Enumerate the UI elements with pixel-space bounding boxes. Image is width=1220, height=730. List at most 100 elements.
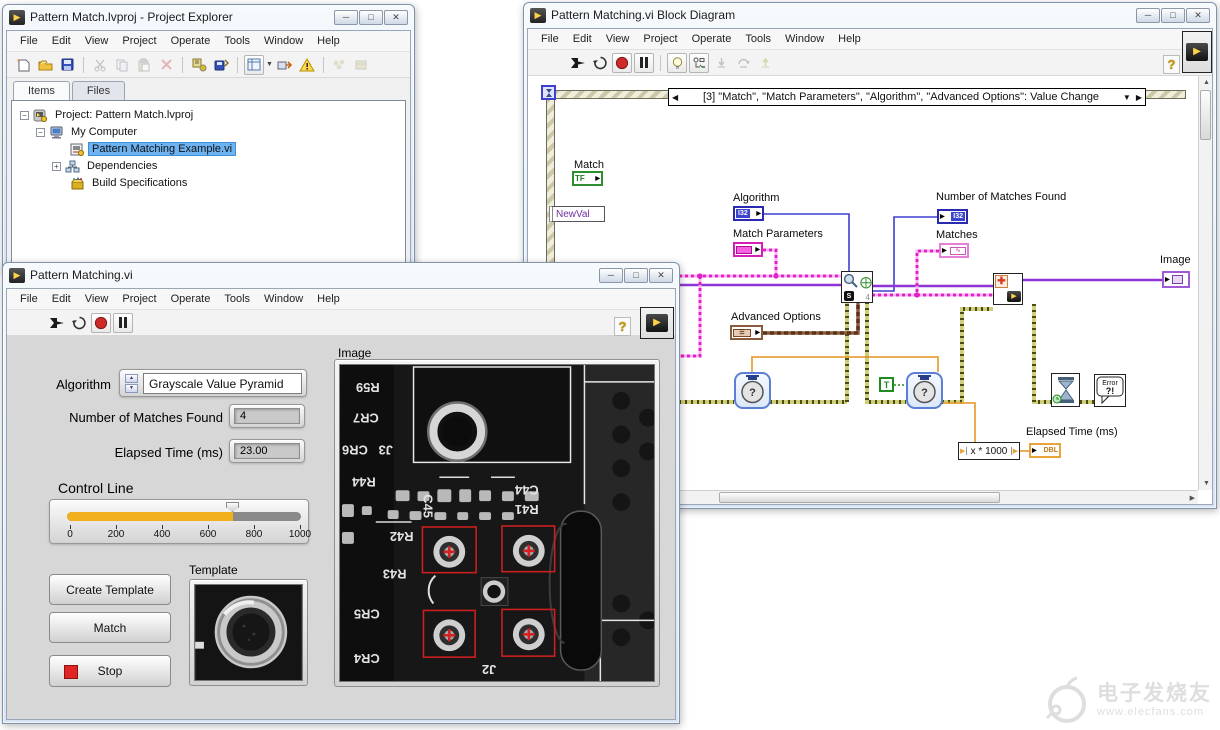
menu-project[interactable]: Project: [115, 290, 163, 308]
template-display[interactable]: [189, 579, 308, 686]
tick-count-node-1[interactable]: ?: [734, 372, 771, 409]
delete-icon[interactable]: [156, 55, 176, 75]
menu-operate[interactable]: Operate: [164, 290, 218, 308]
menu-view[interactable]: View: [78, 32, 116, 50]
maximize-button[interactable]: □: [1161, 8, 1185, 23]
expand-toggle[interactable]: +: [52, 162, 61, 171]
menu-project[interactable]: Project: [115, 32, 163, 50]
slider-track[interactable]: [67, 512, 301, 521]
event-timeout-terminal[interactable]: [541, 85, 556, 100]
wait-ms-node[interactable]: [1051, 373, 1080, 407]
match-button[interactable]: Match: [49, 612, 171, 643]
stop-button[interactable]: Stop: [49, 655, 171, 687]
abort-button[interactable]: [612, 53, 632, 73]
true-constant[interactable]: T: [879, 377, 894, 392]
tab-items[interactable]: Items: [13, 81, 70, 101]
deploy-icon[interactable]: [275, 55, 295, 75]
event-selector[interactable]: ◀ [3] "Match", "Match Parameters", "Algo…: [668, 88, 1146, 106]
cut-icon[interactable]: [90, 55, 110, 75]
menu-tools[interactable]: Tools: [738, 30, 778, 48]
package-icon[interactable]: [352, 55, 372, 75]
bd-vertical-scrollbar[interactable]: ▲ ▼: [1198, 76, 1212, 490]
minimize-button[interactable]: ─: [334, 10, 358, 25]
menu-help[interactable]: Help: [310, 290, 347, 308]
create-template-button[interactable]: Create Template: [49, 574, 171, 605]
menu-edit[interactable]: Edit: [45, 32, 78, 50]
maximize-button[interactable]: □: [624, 268, 648, 283]
menu-window[interactable]: Window: [778, 30, 831, 48]
menu-view[interactable]: View: [78, 290, 116, 308]
bd-help-button[interactable]: ?: [1163, 55, 1180, 74]
image-terminal[interactable]: ▶: [1162, 271, 1190, 288]
menu-project[interactable]: Project: [636, 30, 684, 48]
event-next-arrow[interactable]: ▶: [1133, 93, 1145, 102]
tree-item-vi[interactable]: Pattern Matching Example.vi: [70, 141, 235, 157]
run-button[interactable]: [568, 53, 588, 73]
run-continuous-button[interactable]: [69, 313, 89, 333]
paste-icon[interactable]: [134, 55, 154, 75]
highlight-execution-icon[interactable]: [667, 53, 687, 73]
save-all-icon[interactable]: [211, 55, 231, 75]
menu-file[interactable]: File: [13, 290, 45, 308]
match-pattern-node[interactable]: ⨁ S 4: [841, 271, 873, 303]
team-icon[interactable]: [330, 55, 350, 75]
close-button[interactable]: ✕: [649, 268, 673, 283]
fp-titlebar[interactable]: ▶ Pattern Matching.vi ─ □ ✕: [3, 263, 679, 287]
control-line-slider[interactable]: 0 200 400 600 800 1000: [49, 499, 309, 544]
menu-operate[interactable]: Operate: [164, 32, 218, 50]
menu-window[interactable]: Window: [257, 32, 310, 50]
new-file-icon[interactable]: [13, 55, 33, 75]
abort-button[interactable]: [91, 313, 111, 333]
menu-help[interactable]: Help: [310, 32, 347, 50]
bd-titlebar[interactable]: ▶ Pattern Matching.vi Block Diagram ─ □ …: [524, 3, 1216, 27]
elapsed-time-terminal[interactable]: ▶ DBL: [1029, 443, 1061, 458]
step-over-icon[interactable]: [733, 53, 753, 73]
minimize-button[interactable]: ─: [599, 268, 623, 283]
menu-help[interactable]: Help: [831, 30, 868, 48]
algorithm-ring-control[interactable]: ▲ ▼ Grayscale Value Pyramid: [119, 369, 307, 397]
hierarchy-icon[interactable]: [189, 55, 209, 75]
menu-tools[interactable]: Tools: [217, 290, 257, 308]
newval-event-terminal[interactable]: NewVal: [549, 206, 605, 222]
tree-item-computer[interactable]: − My Computer: [36, 124, 140, 140]
decrement-button[interactable]: ▼: [125, 384, 138, 393]
step-into-icon[interactable]: [711, 53, 731, 73]
tick-count-node-2[interactable]: ?: [906, 372, 943, 409]
step-out-icon[interactable]: [755, 53, 775, 73]
algorithm-terminal[interactable]: I32 ▶: [733, 206, 764, 221]
tab-files[interactable]: Files: [72, 81, 125, 100]
expand-toggle[interactable]: −: [36, 128, 45, 137]
menu-file[interactable]: File: [534, 30, 566, 48]
expand-toggle[interactable]: −: [20, 111, 29, 120]
menu-tools[interactable]: Tools: [217, 32, 257, 50]
overlay-node[interactable]: ✚ ▶: [993, 273, 1023, 305]
match-wire[interactable]: [673, 250, 993, 356]
open-folder-icon[interactable]: [35, 55, 55, 75]
match-parameters-terminal[interactable]: ▶: [733, 242, 763, 257]
run-button[interactable]: [47, 313, 67, 333]
pause-button[interactable]: [634, 53, 654, 73]
retain-values-icon[interactable]: [689, 53, 709, 73]
maximize-button[interactable]: □: [359, 10, 383, 25]
pe-titlebar[interactable]: ▶ Pattern Match.lvproj - Project Explore…: [3, 5, 414, 29]
algorithm-value-field[interactable]: Grayscale Value Pyramid: [143, 373, 302, 394]
view-grid-icon[interactable]: [244, 55, 264, 75]
menu-edit[interactable]: Edit: [566, 30, 599, 48]
menu-operate[interactable]: Operate: [685, 30, 739, 48]
grid-dropdown-arrow[interactable]: ▼: [266, 61, 273, 68]
advanced-options-terminal[interactable]: ☰ ▶: [730, 325, 763, 340]
image-display[interactable]: R59 CR7 J3 CR6 R44 C45 C44 R41 R42 R43 C…: [334, 359, 660, 687]
pause-button[interactable]: [113, 313, 133, 333]
menu-window[interactable]: Window: [257, 290, 310, 308]
close-button[interactable]: ✕: [384, 10, 408, 25]
close-button[interactable]: ✕: [1186, 8, 1210, 23]
simple-error-handler-node[interactable]: Error?!: [1094, 374, 1126, 407]
increment-button[interactable]: ▲: [125, 374, 138, 383]
minimize-button[interactable]: ─: [1136, 8, 1160, 23]
warning-icon[interactable]: [297, 55, 317, 75]
run-continuous-button[interactable]: [590, 53, 610, 73]
num-matches-terminal[interactable]: ▶ I32: [937, 209, 968, 224]
fp-help-button[interactable]: ?: [614, 317, 631, 336]
tree-item-project[interactable]: − Project: Pattern Match.lvproj: [20, 107, 196, 123]
event-dropdown-arrow[interactable]: ▼: [1121, 93, 1133, 102]
